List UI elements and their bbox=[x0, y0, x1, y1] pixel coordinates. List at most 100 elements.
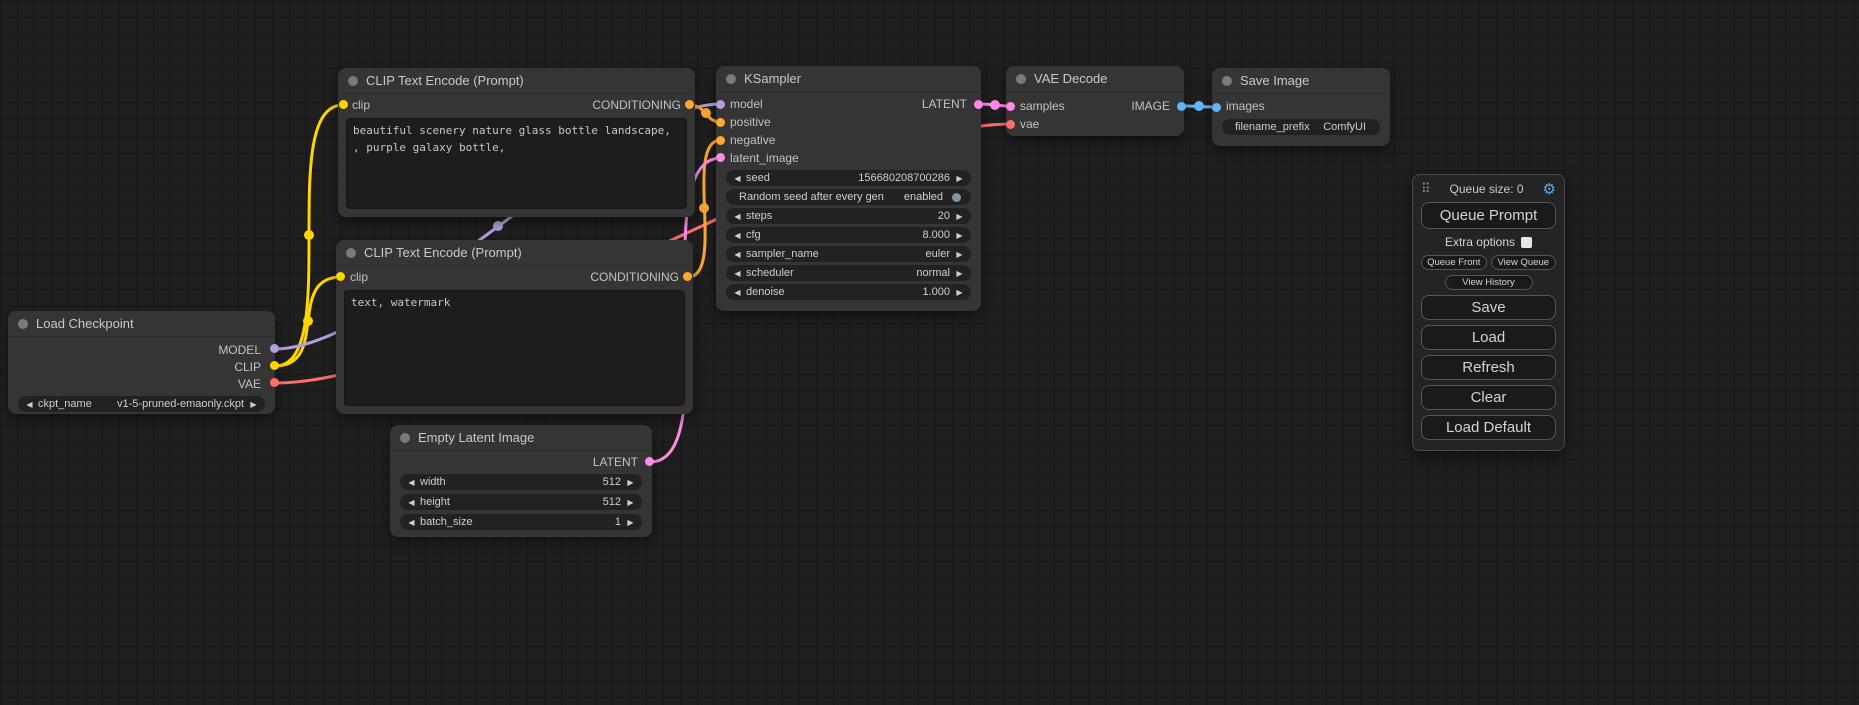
view-queue-button[interactable]: View Queue bbox=[1491, 255, 1557, 270]
node-load-checkpoint[interactable]: Load Checkpoint MODEL CLIP VAE ◀ ckpt_na… bbox=[8, 311, 275, 414]
node-title-bar[interactable]: CLIP Text Encode (Prompt) bbox=[338, 68, 695, 94]
link-midpoint-dot bbox=[1194, 101, 1204, 111]
increment-arrow-icon[interactable]: ▶ bbox=[954, 250, 965, 259]
widget-value: 156680208700286 bbox=[858, 172, 950, 184]
socket-images-input[interactable] bbox=[1212, 103, 1221, 112]
sampler-name-widget[interactable]: ◀ sampler_name euler ▶ bbox=[726, 246, 971, 262]
decrement-arrow-icon[interactable]: ◀ bbox=[732, 212, 743, 221]
height-widget[interactable]: ◀ height 512 ▶ bbox=[400, 494, 642, 510]
decrement-arrow-icon[interactable]: ◀ bbox=[732, 250, 743, 259]
socket-negative-input[interactable] bbox=[716, 136, 725, 145]
link-midpoint-dot bbox=[493, 221, 503, 231]
width-widget[interactable]: ◀ width 512 ▶ bbox=[400, 474, 642, 490]
decrement-arrow-icon[interactable]: ◀ bbox=[732, 269, 743, 278]
scheduler-widget[interactable]: ◀ scheduler normal ▶ bbox=[726, 265, 971, 281]
increment-arrow-icon[interactable]: ▶ bbox=[625, 478, 636, 487]
input-slot-label-images: images bbox=[1226, 99, 1265, 113]
node-clip-text-encode-positive[interactable]: CLIP Text Encode (Prompt) clip CONDITION… bbox=[338, 68, 695, 217]
negative-prompt-textarea[interactable]: text, watermark bbox=[344, 290, 685, 406]
output-slot-label-latent: LATENT bbox=[593, 455, 638, 469]
decrement-arrow-icon[interactable]: ◀ bbox=[24, 400, 35, 409]
batch-size-widget[interactable]: ◀ batch_size 1 ▶ bbox=[400, 514, 642, 530]
decrement-arrow-icon[interactable]: ◀ bbox=[732, 231, 743, 240]
node-title-bar[interactable]: Empty Latent Image bbox=[390, 425, 652, 451]
socket-latent-image-input[interactable] bbox=[716, 153, 725, 162]
save-button[interactable]: Save bbox=[1421, 295, 1556, 320]
socket-model-output[interactable] bbox=[270, 344, 279, 353]
increment-arrow-icon[interactable]: ▶ bbox=[625, 518, 636, 527]
node-vae-decode[interactable]: VAE Decode samples IMAGE vae bbox=[1006, 66, 1184, 136]
load-button[interactable]: Load bbox=[1421, 325, 1556, 350]
node-ksampler[interactable]: KSampler model LATENT positive negative … bbox=[716, 66, 981, 311]
node-title-bar[interactable]: KSampler bbox=[716, 66, 981, 92]
node-clip-text-encode-negative[interactable]: CLIP Text Encode (Prompt) clip CONDITION… bbox=[336, 240, 693, 414]
increment-arrow-icon[interactable]: ▶ bbox=[248, 400, 259, 409]
socket-latent-output-ksampler[interactable] bbox=[974, 100, 983, 109]
toggle-indicator-icon[interactable] bbox=[952, 193, 961, 202]
queue-size-label: Queue size: 0 bbox=[1450, 182, 1524, 196]
collapse-dot-icon[interactable] bbox=[726, 74, 736, 84]
clear-button[interactable]: Clear bbox=[1421, 385, 1556, 410]
collapse-dot-icon[interactable] bbox=[348, 76, 358, 86]
increment-arrow-icon[interactable]: ▶ bbox=[625, 498, 636, 507]
queue-front-button[interactable]: Queue Front bbox=[1421, 255, 1487, 270]
socket-clip-output[interactable] bbox=[270, 361, 279, 370]
decrement-arrow-icon[interactable]: ◀ bbox=[406, 518, 417, 527]
output-slot-label-model: MODEL bbox=[218, 343, 261, 357]
link-midpoint-dot bbox=[304, 230, 314, 240]
collapse-dot-icon[interactable] bbox=[18, 319, 28, 329]
collapse-dot-icon[interactable] bbox=[400, 433, 410, 443]
filename-prefix-widget[interactable]: filename_prefix ComfyUI bbox=[1222, 119, 1380, 135]
socket-vae-output[interactable] bbox=[270, 378, 279, 387]
queue-buttons-row: Queue Front View Queue bbox=[1421, 255, 1556, 270]
node-title-bar[interactable]: CLIP Text Encode (Prompt) bbox=[336, 240, 693, 266]
random-seed-toggle-widget[interactable]: Random seed after every gen enabled bbox=[726, 189, 971, 205]
input-slot-label-negative: negative bbox=[730, 133, 775, 147]
comfyui-canvas[interactable]: { "canvas": { "background": "#1f1f1f" },… bbox=[0, 0, 1859, 705]
increment-arrow-icon[interactable]: ▶ bbox=[954, 212, 965, 221]
extra-options-checkbox[interactable] bbox=[1521, 237, 1532, 248]
increment-arrow-icon[interactable]: ▶ bbox=[954, 288, 965, 297]
extra-options-label: Extra options bbox=[1445, 235, 1515, 249]
input-slot-label-model: model bbox=[730, 97, 763, 111]
steps-widget[interactable]: ◀ steps 20 ▶ bbox=[726, 208, 971, 224]
node-save-image[interactable]: Save Image images filename_prefix ComfyU… bbox=[1212, 68, 1390, 146]
increment-arrow-icon[interactable]: ▶ bbox=[954, 269, 965, 278]
gear-icon[interactable]: ⚙ bbox=[1543, 182, 1556, 197]
cfg-widget[interactable]: ◀ cfg 8.000 ▶ bbox=[726, 227, 971, 243]
socket-conditioning-output-positive[interactable] bbox=[685, 100, 694, 109]
decrement-arrow-icon[interactable]: ◀ bbox=[732, 288, 743, 297]
ckpt-name-widget[interactable]: ◀ ckpt_name v1-5-pruned-emaonly.ckpt ▶ bbox=[18, 396, 265, 412]
node-empty-latent-image[interactable]: Empty Latent Image LATENT ◀ width 512 ▶ … bbox=[390, 425, 652, 537]
increment-arrow-icon[interactable]: ▶ bbox=[954, 231, 965, 240]
socket-clip-input-negative[interactable] bbox=[336, 272, 345, 281]
collapse-dot-icon[interactable] bbox=[346, 248, 356, 258]
decrement-arrow-icon[interactable]: ◀ bbox=[406, 478, 417, 487]
denoise-widget[interactable]: ◀ denoise 1.000 ▶ bbox=[726, 284, 971, 300]
load-default-button[interactable]: Load Default bbox=[1421, 415, 1556, 440]
increment-arrow-icon[interactable]: ▶ bbox=[954, 174, 965, 183]
socket-image-output[interactable] bbox=[1177, 102, 1186, 111]
socket-positive-input[interactable] bbox=[716, 118, 725, 127]
socket-conditioning-output-negative[interactable] bbox=[683, 272, 692, 281]
node-title-bar[interactable]: Load Checkpoint bbox=[8, 311, 275, 337]
socket-latent-output-empty-latent[interactable] bbox=[645, 457, 654, 466]
decrement-arrow-icon[interactable]: ◀ bbox=[406, 498, 417, 507]
socket-clip-input-positive[interactable] bbox=[339, 100, 348, 109]
socket-samples-input[interactable] bbox=[1006, 102, 1015, 111]
queue-prompt-button[interactable]: Queue Prompt bbox=[1421, 202, 1556, 229]
view-history-button[interactable]: View History bbox=[1445, 275, 1533, 290]
positive-prompt-textarea[interactable]: beautiful scenery nature glass bottle la… bbox=[346, 118, 687, 209]
seed-widget[interactable]: ◀ seed 156680208700286 ▶ bbox=[726, 170, 971, 186]
node-title-bar[interactable]: Save Image bbox=[1212, 68, 1390, 94]
socket-vae-input[interactable] bbox=[1006, 120, 1015, 129]
refresh-button[interactable]: Refresh bbox=[1421, 355, 1556, 380]
input-slot-label-vae: vae bbox=[1020, 117, 1039, 131]
node-title: VAE Decode bbox=[1034, 71, 1107, 86]
collapse-dot-icon[interactable] bbox=[1016, 74, 1026, 84]
drag-handle-icon[interactable]: ⠿ bbox=[1421, 181, 1431, 197]
collapse-dot-icon[interactable] bbox=[1222, 76, 1232, 86]
decrement-arrow-icon[interactable]: ◀ bbox=[732, 174, 743, 183]
node-title-bar[interactable]: VAE Decode bbox=[1006, 66, 1184, 92]
socket-model-input[interactable] bbox=[716, 100, 725, 109]
